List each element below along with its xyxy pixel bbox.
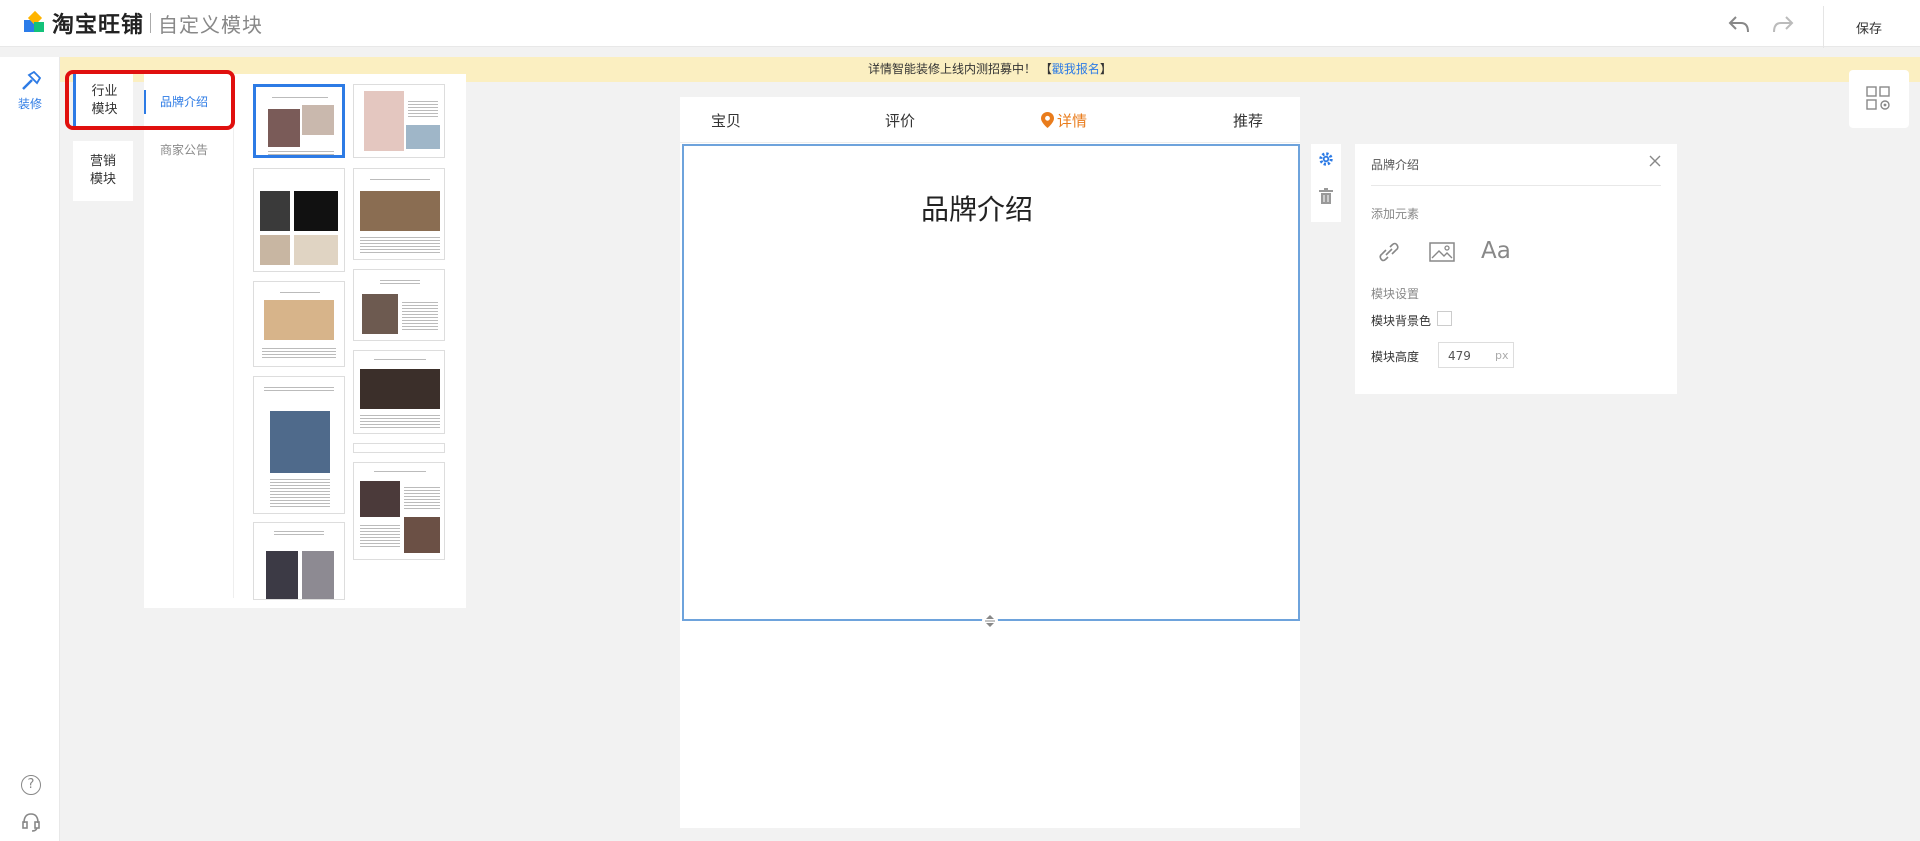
properties-panel: 品牌介绍 添加元素 Aa 模块设置 模块背景色 模块高度 479 px (1355, 144, 1677, 394)
properties-title: 品牌介绍 (1371, 158, 1420, 172)
add-elements-label: 添加元素 (1371, 207, 1420, 221)
sub-category-list: 品牌介绍 商家公告 (144, 74, 234, 598)
close-icon[interactable] (1647, 153, 1663, 169)
header-divider (1823, 6, 1824, 48)
brand-title: 淘宝旺铺 (52, 13, 145, 38)
tab-details[interactable]: 详情 (1041, 110, 1087, 131)
module-title: 品牌介绍 (684, 188, 1298, 228)
page-subtitle: 自定义模块 (158, 12, 264, 37)
tab-industry-label-1: 行业 (91, 84, 118, 99)
tab-marketing-modules[interactable]: 营销 模块 (73, 141, 133, 201)
selected-module[interactable]: 品牌介绍 (682, 144, 1300, 621)
template-thumbnail[interactable] (253, 376, 345, 514)
resize-handle-icon[interactable] (982, 613, 998, 629)
tab-marketing-label-1: 营销 (89, 154, 116, 169)
template-thumbnail[interactable] (353, 443, 445, 453)
template-thumbnail[interactable] (353, 462, 445, 560)
module-title-text: 品牌介绍 (920, 193, 1033, 226)
template-thumbnail[interactable] (253, 84, 345, 158)
module-side-tools (1311, 144, 1341, 222)
taobao-logo-icon (22, 10, 46, 35)
link-icon[interactable] (1375, 239, 1403, 265)
notice-text: 详情智能装修上线内测招募中！ (868, 62, 1037, 76)
save-button[interactable]: 保存 (1856, 18, 1882, 37)
title-separator (150, 13, 152, 33)
template-thumbnail[interactable] (253, 522, 345, 600)
height-value: 479 (1448, 349, 1471, 363)
top-header: 淘宝旺铺 自定义模块 保存 (0, 0, 1920, 48)
template-thumbnail[interactable] (353, 269, 445, 341)
hammer-icon (22, 71, 41, 90)
bg-color-label: 模块背景色 (1371, 314, 1432, 328)
notice-bracket-close: 】 (1099, 62, 1112, 76)
detail-nav: 宝贝 评价 详情 推荐 (680, 97, 1300, 143)
template-thumbnail[interactable] (253, 168, 345, 272)
help-icon[interactable]: ? (21, 775, 41, 795)
location-pin-icon (1041, 112, 1054, 128)
trash-icon[interactable] (1319, 188, 1333, 204)
height-unit: px (1495, 349, 1509, 362)
height-label: 模块高度 (1371, 350, 1420, 364)
bg-color-swatch[interactable] (1437, 311, 1452, 326)
customer-service-icon[interactable] (20, 811, 42, 833)
left-nav: 装修 ? (0, 57, 60, 841)
notice-bracket-open: 【 (1039, 62, 1052, 76)
gear-icon[interactable] (1318, 151, 1334, 167)
signup-link[interactable]: 戳我报名 (1052, 62, 1100, 76)
tab-industry-label-2: 模块 (91, 102, 118, 117)
undo-icon[interactable] (1728, 14, 1750, 34)
sub-category-merchant-notice[interactable]: 商家公告 (144, 138, 234, 162)
tab-details-label: 详情 (1057, 112, 1088, 130)
image-icon[interactable] (1428, 239, 1456, 265)
tab-item[interactable]: 宝贝 (711, 110, 741, 131)
leftnav-decorate-label: 装修 (17, 97, 42, 111)
template-thumbnail[interactable] (353, 84, 445, 158)
logo: 淘宝旺铺 自定义模块 (22, 10, 264, 38)
sub-category-brand-intro[interactable]: 品牌介绍 (144, 90, 234, 114)
tab-recommend[interactable]: 推荐 (1233, 110, 1263, 131)
widgets-icon[interactable] (1849, 70, 1909, 128)
tab-marketing-label-2: 模块 (89, 172, 116, 187)
tab-reviews[interactable]: 评价 (885, 110, 915, 131)
template-thumbnail[interactable] (253, 281, 345, 367)
height-input[interactable]: 479 px (1438, 342, 1514, 368)
leftnav-decorate[interactable]: 装修 (12, 71, 48, 112)
template-thumbnail[interactable] (353, 350, 445, 434)
module-settings-label: 模块设置 (1371, 287, 1420, 301)
text-element-button[interactable]: Aa (1481, 238, 1511, 264)
properties-divider (1371, 185, 1661, 186)
redo-icon[interactable] (1772, 14, 1794, 34)
tab-industry-modules[interactable]: 行业 模块 (73, 74, 133, 128)
template-thumbnail[interactable] (353, 168, 445, 260)
